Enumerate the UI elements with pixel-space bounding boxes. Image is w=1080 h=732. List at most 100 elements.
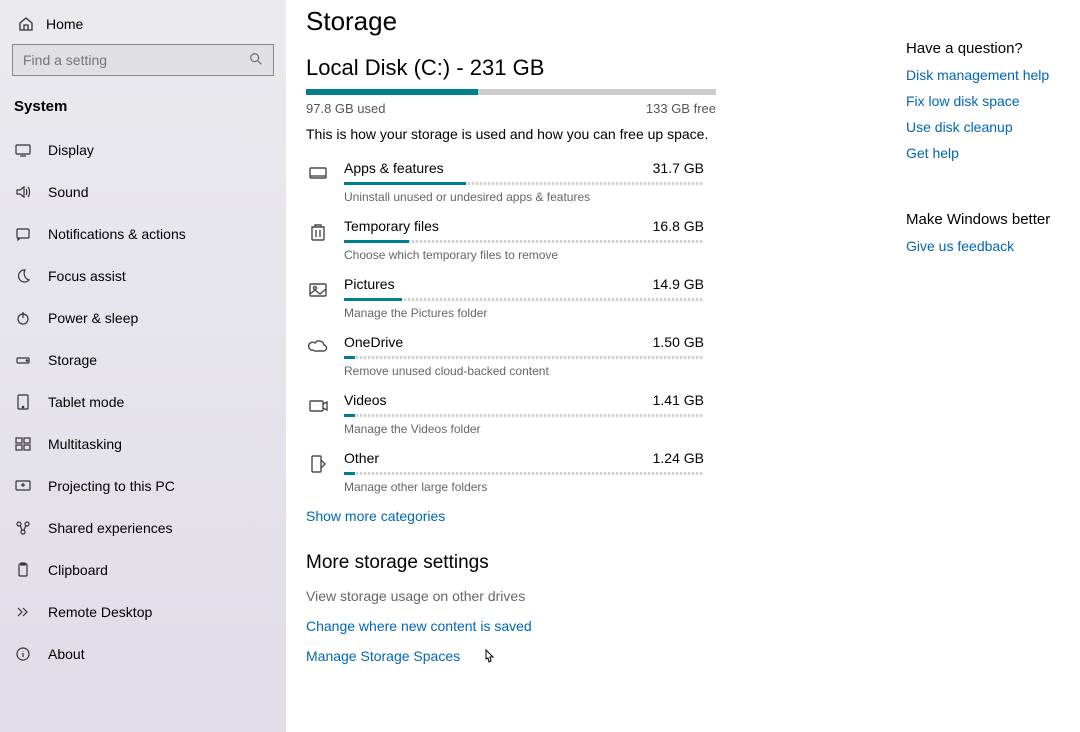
nav-label: Display bbox=[48, 142, 94, 158]
notifications-icon bbox=[14, 225, 32, 243]
nav-projecting[interactable]: Projecting to this PC bbox=[0, 465, 286, 507]
help-link[interactable]: Disk management help bbox=[906, 67, 1080, 83]
search-input[interactable] bbox=[23, 52, 249, 68]
projecting-icon bbox=[14, 477, 32, 495]
nav-label: Notifications & actions bbox=[48, 226, 186, 242]
manage-storage-spaces-link[interactable]: Manage Storage Spaces bbox=[306, 648, 906, 664]
nav-power-sleep[interactable]: Power & sleep bbox=[0, 297, 286, 339]
storage-category-row[interactable]: OneDrive 1.50 GB Remove unused cloud-backe… bbox=[306, 334, 906, 378]
clipboard-icon bbox=[14, 561, 32, 579]
search-icon bbox=[249, 52, 263, 69]
make-windows-better-heading: Make Windows better bbox=[906, 211, 1080, 228]
home-icon bbox=[18, 16, 34, 32]
nav-shared-experiences[interactable]: Shared experiences bbox=[0, 507, 286, 549]
category-name: Temporary files bbox=[344, 218, 439, 234]
category-name: OneDrive bbox=[344, 334, 403, 350]
show-more-categories-link[interactable]: Show more categories bbox=[306, 508, 906, 524]
help-panel: Have a question? Disk management help Fi… bbox=[906, 6, 1080, 732]
category-name: Videos bbox=[344, 392, 387, 408]
nav-about[interactable]: About bbox=[0, 633, 286, 675]
category-bar bbox=[344, 298, 704, 301]
search-box[interactable] bbox=[12, 44, 274, 76]
storage-category-row[interactable]: Pictures 14.9 GB Manage the Pictures folde… bbox=[306, 276, 906, 320]
view-other-drives-link[interactable]: View storage usage on other drives bbox=[306, 588, 906, 604]
category-hint: Choose which temporary files to remove bbox=[344, 248, 906, 262]
trash-icon bbox=[306, 220, 330, 244]
apps-icon bbox=[306, 162, 330, 186]
nav-multitasking[interactable]: Multitasking bbox=[0, 423, 286, 465]
device-icon bbox=[306, 452, 330, 476]
category-hint: Uninstall unused or undesired apps & fea… bbox=[344, 190, 906, 204]
category-size: 1.50 GB bbox=[653, 334, 704, 350]
category-size: 14.9 GB bbox=[653, 276, 704, 292]
category-name: Other bbox=[344, 450, 379, 466]
storage-category-row[interactable]: Temporary files 16.8 GB Choose which tempo… bbox=[306, 218, 906, 262]
category-size: 16.8 GB bbox=[653, 218, 704, 234]
change-content-location-link[interactable]: Change where new content is saved bbox=[306, 618, 906, 634]
more-storage-settings-heading: More storage settings bbox=[306, 552, 906, 574]
category-hint: Manage the Pictures folder bbox=[344, 306, 906, 320]
cloud-icon bbox=[306, 336, 330, 360]
storage-icon bbox=[14, 351, 32, 369]
moon-icon bbox=[14, 267, 32, 285]
category-bar bbox=[344, 356, 704, 359]
feedback-link[interactable]: Give us feedback bbox=[906, 238, 1080, 254]
category-size: 31.7 GB bbox=[653, 160, 704, 176]
help-link[interactable]: Get help bbox=[906, 145, 1080, 161]
category-name: Apps & features bbox=[344, 160, 444, 176]
nav-clipboard[interactable]: Clipboard bbox=[0, 549, 286, 591]
nav-label: Storage bbox=[48, 352, 97, 368]
disk-stats: 97.8 GB used 133 GB free bbox=[306, 101, 716, 116]
settings-sidebar: Home System Display Sound Notifications … bbox=[0, 0, 286, 732]
nav-label: Sound bbox=[48, 184, 88, 200]
nav-storage[interactable]: Storage bbox=[0, 339, 286, 381]
home-nav[interactable]: Home bbox=[0, 12, 286, 44]
storage-category-row[interactable]: Apps & features 31.7 GB Uninstall unused o… bbox=[306, 160, 906, 204]
nav-label: Remote Desktop bbox=[48, 604, 152, 620]
disk-free: 133 GB free bbox=[646, 101, 716, 116]
category-bar bbox=[344, 240, 704, 243]
category-bar bbox=[344, 472, 704, 475]
nav-label: Multitasking bbox=[48, 436, 122, 452]
help-link[interactable]: Fix low disk space bbox=[906, 93, 1080, 109]
system-heading: System bbox=[0, 88, 286, 129]
nav-label: Clipboard bbox=[48, 562, 108, 578]
nav-label: Projecting to this PC bbox=[48, 478, 175, 494]
category-size: 1.24 GB bbox=[653, 450, 704, 466]
category-hint: Remove unused cloud-backed content bbox=[344, 364, 906, 378]
tablet-icon bbox=[14, 393, 32, 411]
home-label: Home bbox=[46, 16, 83, 32]
nav-label: About bbox=[48, 646, 85, 662]
nav-notifications[interactable]: Notifications & actions bbox=[0, 213, 286, 255]
display-icon bbox=[14, 141, 32, 159]
nav-focus-assist[interactable]: Focus assist bbox=[0, 255, 286, 297]
disk-usage-bar bbox=[306, 89, 716, 95]
category-bar bbox=[344, 182, 704, 185]
nav-sound[interactable]: Sound bbox=[0, 171, 286, 213]
video-icon bbox=[306, 394, 330, 418]
category-size: 1.41 GB bbox=[653, 392, 704, 408]
nav-label: Focus assist bbox=[48, 268, 126, 284]
sound-icon bbox=[14, 183, 32, 201]
storage-category-row[interactable]: Other 1.24 GB Manage other large folders bbox=[306, 450, 906, 494]
main-content: Storage Local Disk (C:) - 231 GB 97.8 GB… bbox=[286, 0, 1080, 732]
picture-icon bbox=[306, 278, 330, 302]
help-link[interactable]: Use disk cleanup bbox=[906, 119, 1080, 135]
remote-desktop-icon bbox=[14, 603, 32, 621]
category-hint: Manage the Videos folder bbox=[344, 422, 906, 436]
category-hint: Manage other large folders bbox=[344, 480, 906, 494]
category-name: Pictures bbox=[344, 276, 395, 292]
nav-tablet-mode[interactable]: Tablet mode bbox=[0, 381, 286, 423]
storage-category-row[interactable]: Videos 1.41 GB Manage the Videos folder bbox=[306, 392, 906, 436]
have-question-heading: Have a question? bbox=[906, 40, 1080, 57]
nav-display[interactable]: Display bbox=[0, 129, 286, 171]
nav-label: Shared experiences bbox=[48, 520, 173, 536]
nav-label: Tablet mode bbox=[48, 394, 124, 410]
disk-used: 97.8 GB used bbox=[306, 101, 386, 116]
disk-title: Local Disk (C:) - 231 GB bbox=[306, 55, 906, 81]
category-bar bbox=[344, 414, 704, 417]
shared-icon bbox=[14, 519, 32, 537]
nav-label: Power & sleep bbox=[48, 310, 138, 326]
nav-remote-desktop[interactable]: Remote Desktop bbox=[0, 591, 286, 633]
page-title: Storage bbox=[306, 6, 906, 37]
